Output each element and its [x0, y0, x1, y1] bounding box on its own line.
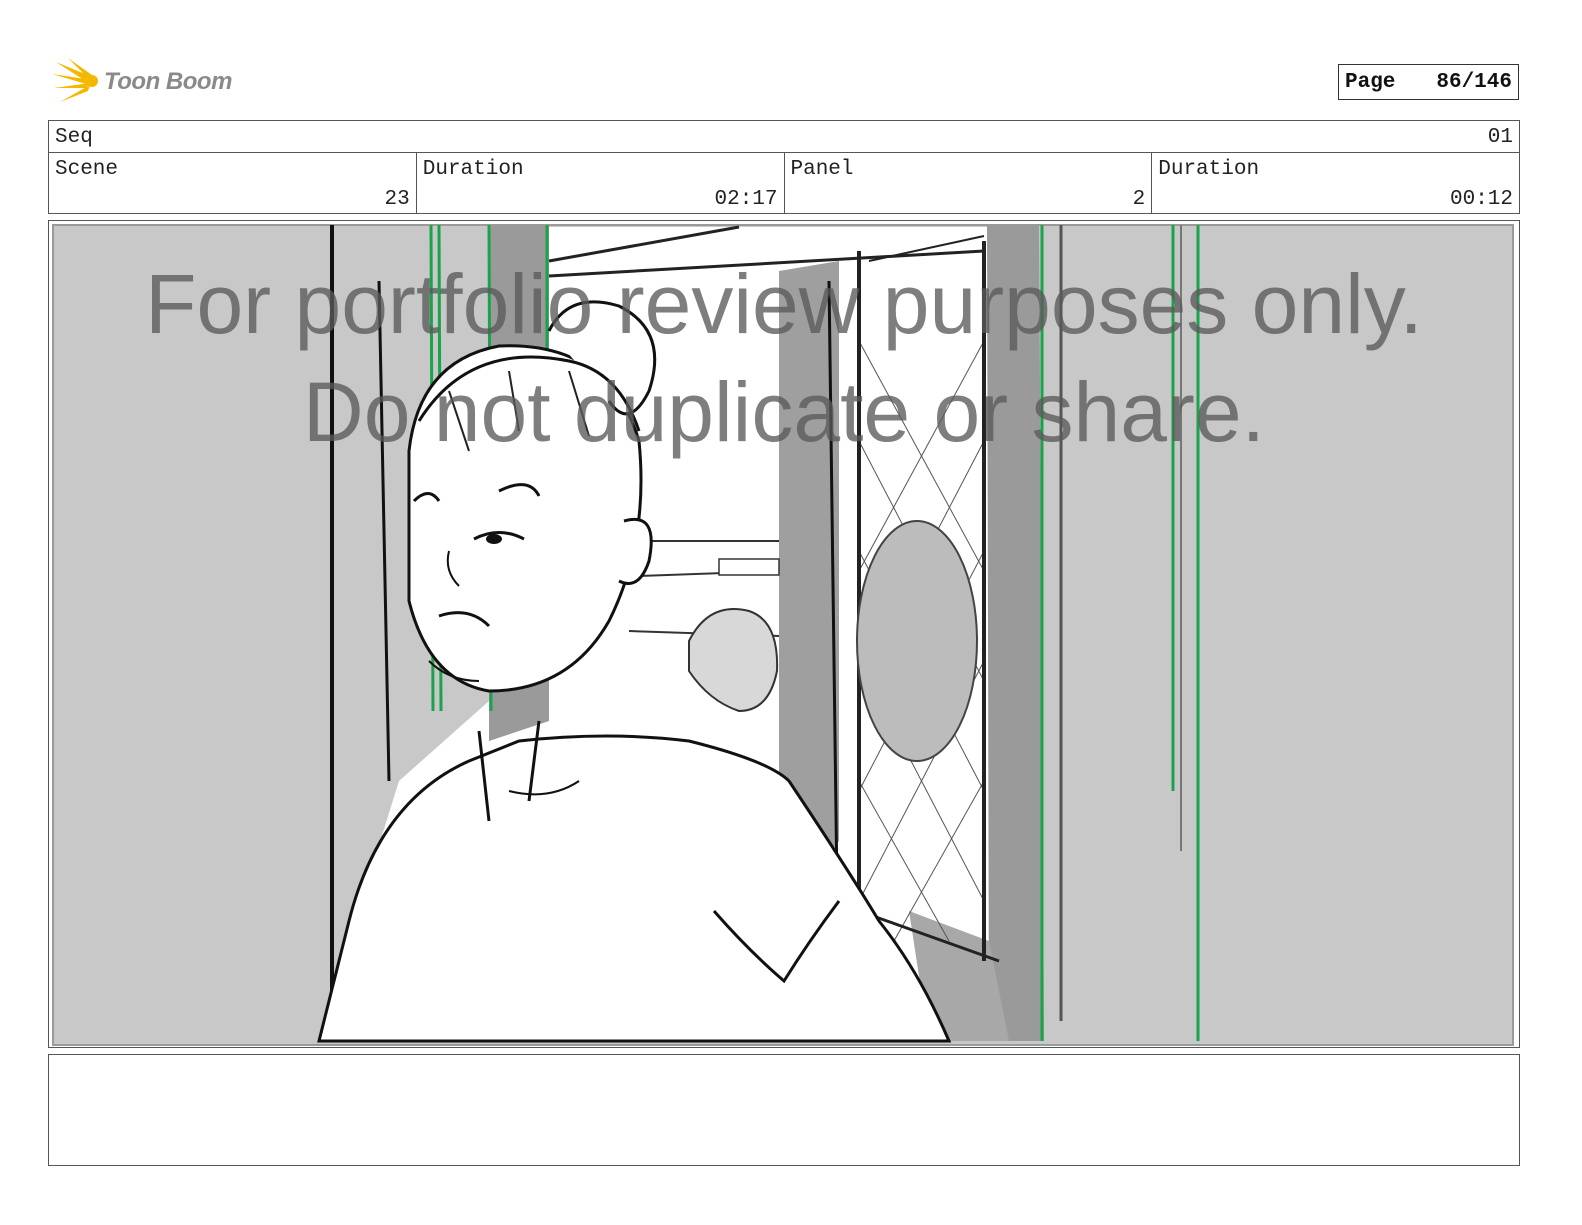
scene-duration-label: Duration: [422, 158, 524, 181]
page-indicator: Page 86/146: [1338, 64, 1519, 100]
panel-label: Panel: [790, 158, 854, 181]
sequence-row: Seq 01: [49, 121, 1519, 153]
storyboard-page: Toon Boom Page 86/146 Seq 01 Scene 23 Du…: [0, 0, 1582, 1225]
scene-value: 23: [384, 188, 410, 211]
panel-duration-value: 00:12: [1449, 188, 1513, 211]
scene-cell: Scene 23: [49, 153, 417, 214]
sequence-value: 01: [1487, 126, 1513, 149]
toon-boom-logo: Toon Boom: [50, 56, 250, 106]
sunburst-icon: [52, 58, 98, 102]
scene-duration-value: 02:17: [714, 188, 778, 211]
scene-label: Scene: [55, 158, 119, 181]
page-label: Page: [1345, 70, 1396, 94]
sequence-label: Seq: [55, 126, 93, 149]
panel-duration-cell: Duration 00:12: [1152, 153, 1519, 214]
scene-info-table: Seq 01 Scene 23 Duration 02:17 Panel 2 D…: [48, 120, 1520, 214]
panel-duration-label: Duration: [1158, 158, 1260, 181]
panel-cell: Panel 2: [785, 153, 1153, 214]
panel-value: 2: [1132, 188, 1146, 211]
scene-duration-cell: Duration 02:17: [417, 153, 785, 214]
panel-notes: [48, 1054, 1520, 1166]
logo-text: Toon Boom: [104, 68, 232, 95]
page-number: 86/146: [1436, 70, 1512, 94]
panel-sketch: [52, 224, 1514, 1046]
storyboard-panel: [48, 220, 1520, 1048]
